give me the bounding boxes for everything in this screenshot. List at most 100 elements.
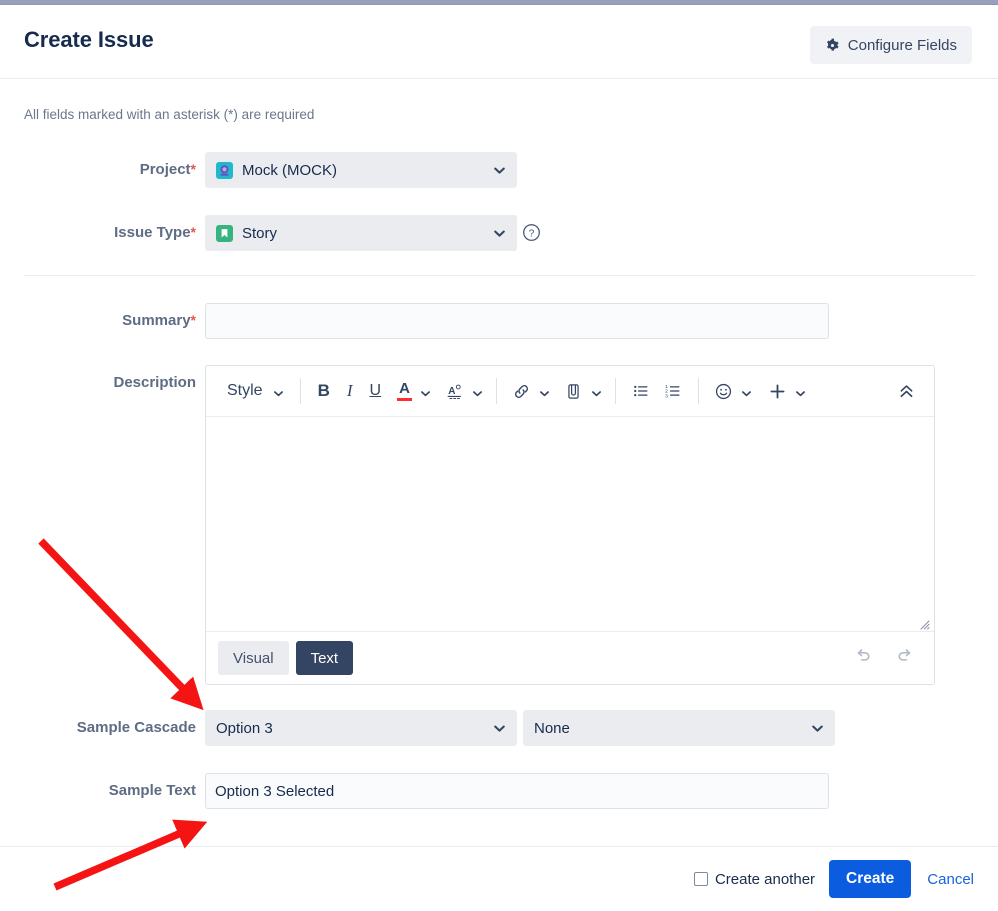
sample-text-label-text: Sample Text	[108, 782, 196, 799]
underline-label: U	[369, 382, 382, 399]
attach-dropdown[interactable]	[554, 376, 606, 406]
svg-text:A: A	[448, 385, 455, 396]
editor-footer: Visual Text	[206, 632, 934, 684]
chevron-down-icon	[493, 722, 506, 735]
text-color-dropdown[interactable]: A	[389, 376, 435, 406]
field-row-sample-cascade: Sample Cascade Option 3 None	[0, 710, 998, 746]
issue-type-select[interactable]: Story	[205, 215, 517, 251]
cancel-link[interactable]: Cancel	[927, 871, 974, 888]
sample-cascade-child-select[interactable]: None	[523, 710, 835, 746]
story-bookmark-icon	[216, 224, 233, 242]
field-row-issue-type: Issue Type* Story ?	[0, 215, 998, 251]
gear-icon	[825, 38, 840, 53]
highlight-icon: A	[445, 382, 464, 401]
sample-text-input[interactable]	[205, 773, 829, 809]
undo-redo-group	[854, 646, 922, 670]
chevron-down-icon	[472, 386, 483, 397]
chevron-down-icon	[539, 386, 550, 397]
configure-fields-button[interactable]: Configure Fields	[809, 26, 972, 64]
issue-type-label-text: Issue Type	[114, 224, 191, 241]
configure-fields-label: Configure Fields	[847, 36, 957, 54]
section-divider	[24, 275, 975, 276]
underline-button[interactable]: U	[362, 376, 390, 406]
project-value: Mock (MOCK)	[242, 161, 337, 179]
summary-required-marker: *	[190, 312, 196, 328]
chevron-down-icon	[591, 386, 602, 397]
window-chrome-bar	[0, 0, 998, 5]
dialog-header: Create Issue Configure Fields	[0, 6, 998, 79]
field-row-summary: Summary*	[0, 303, 998, 339]
chevron-down-icon	[420, 386, 431, 397]
bold-label: B	[317, 381, 330, 400]
chevron-down-icon	[795, 386, 806, 397]
insert-more-dropdown[interactable]	[756, 376, 810, 406]
toolbar-separator	[299, 378, 301, 404]
chevron-down-icon	[811, 722, 824, 735]
link-dropdown[interactable]	[506, 376, 554, 406]
editor-mode-text-button[interactable]: Text	[295, 641, 354, 675]
project-select[interactable]: Mock (MOCK)	[205, 152, 517, 188]
link-icon	[512, 382, 531, 401]
svg-text:?: ?	[529, 229, 535, 240]
arrow-to-sample-cascade	[38, 538, 204, 711]
redo-icon[interactable]	[895, 646, 914, 670]
create-button[interactable]: Create	[829, 860, 912, 898]
undo-icon[interactable]	[854, 646, 873, 670]
resize-handle[interactable]	[919, 617, 930, 630]
toolbar-separator	[615, 378, 617, 404]
toolbar-separator	[496, 378, 498, 404]
create-another-checkbox[interactable]	[693, 872, 708, 886]
create-another-label: Create another	[714, 870, 816, 888]
chevron-down-icon	[741, 386, 752, 397]
required-fields-note: All fields marked with an asterisk (*) a…	[24, 107, 315, 122]
chevron-double-up-icon	[897, 382, 916, 401]
project-label-text: Project	[139, 161, 191, 178]
toolbar-separator	[698, 378, 700, 404]
numbered-list-icon: 1 2 3	[664, 382, 682, 400]
description-editor: Style B I U A A 1 2 3 Visual Text	[205, 365, 935, 685]
summary-label: Summary*	[0, 312, 196, 329]
description-label: Description	[0, 374, 196, 391]
style-dropdown-label: Style	[227, 382, 263, 399]
chevron-down-icon	[273, 386, 284, 397]
text-highlight-dropdown[interactable]: A	[435, 376, 487, 406]
issue-type-required-marker: *	[190, 224, 196, 240]
italic-label: I	[346, 381, 353, 400]
emoji-dropdown[interactable]	[708, 376, 756, 406]
style-dropdown[interactable]: Style	[218, 376, 291, 406]
editor-mode-visual-button[interactable]: Visual	[218, 641, 289, 675]
bold-button[interactable]: B	[310, 376, 338, 406]
numbered-list-button[interactable]: 1 2 3	[657, 376, 689, 406]
dialog-footer: Create another Create Cancel	[0, 847, 998, 911]
issue-type-label: Issue Type*	[0, 224, 196, 241]
plus-icon	[768, 382, 787, 401]
create-another-checkbox-row[interactable]: Create another	[693, 870, 816, 888]
svg-text:3: 3	[665, 393, 668, 399]
summary-input[interactable]	[205, 303, 829, 339]
sample-cascade-child-value: None	[534, 719, 570, 737]
emoji-icon	[714, 382, 733, 401]
issue-type-value: Story	[242, 224, 278, 242]
collapse-toolbar-button[interactable]	[891, 376, 922, 406]
chevron-down-icon	[493, 227, 506, 240]
paperclip-icon	[564, 382, 583, 401]
description-textarea[interactable]	[206, 417, 934, 632]
sample-cascade-parent-select[interactable]: Option 3	[205, 710, 517, 746]
text-color-letter: A	[399, 379, 411, 397]
page-title: Create Issue	[24, 27, 154, 52]
editor-toolbar: Style B I U A A 1 2 3	[206, 366, 934, 417]
summary-label-text: Summary	[122, 312, 191, 329]
field-row-project: Project* Mock (MOCK)	[0, 152, 998, 188]
project-label: Project*	[0, 161, 196, 178]
field-row-sample-text: Sample Text	[0, 773, 998, 809]
italic-button[interactable]: I	[338, 376, 362, 406]
description-label-text: Description	[113, 374, 196, 391]
bullet-list-icon	[632, 382, 650, 400]
help-circle-icon[interactable]: ?	[522, 223, 541, 247]
sample-cascade-label: Sample Cascade	[0, 719, 196, 736]
text-color-icon: A	[397, 379, 413, 401]
project-avatar-icon	[216, 161, 233, 179]
sample-cascade-parent-value: Option 3	[216, 719, 273, 737]
bullet-list-button[interactable]	[625, 376, 657, 406]
chevron-down-icon	[493, 164, 506, 177]
